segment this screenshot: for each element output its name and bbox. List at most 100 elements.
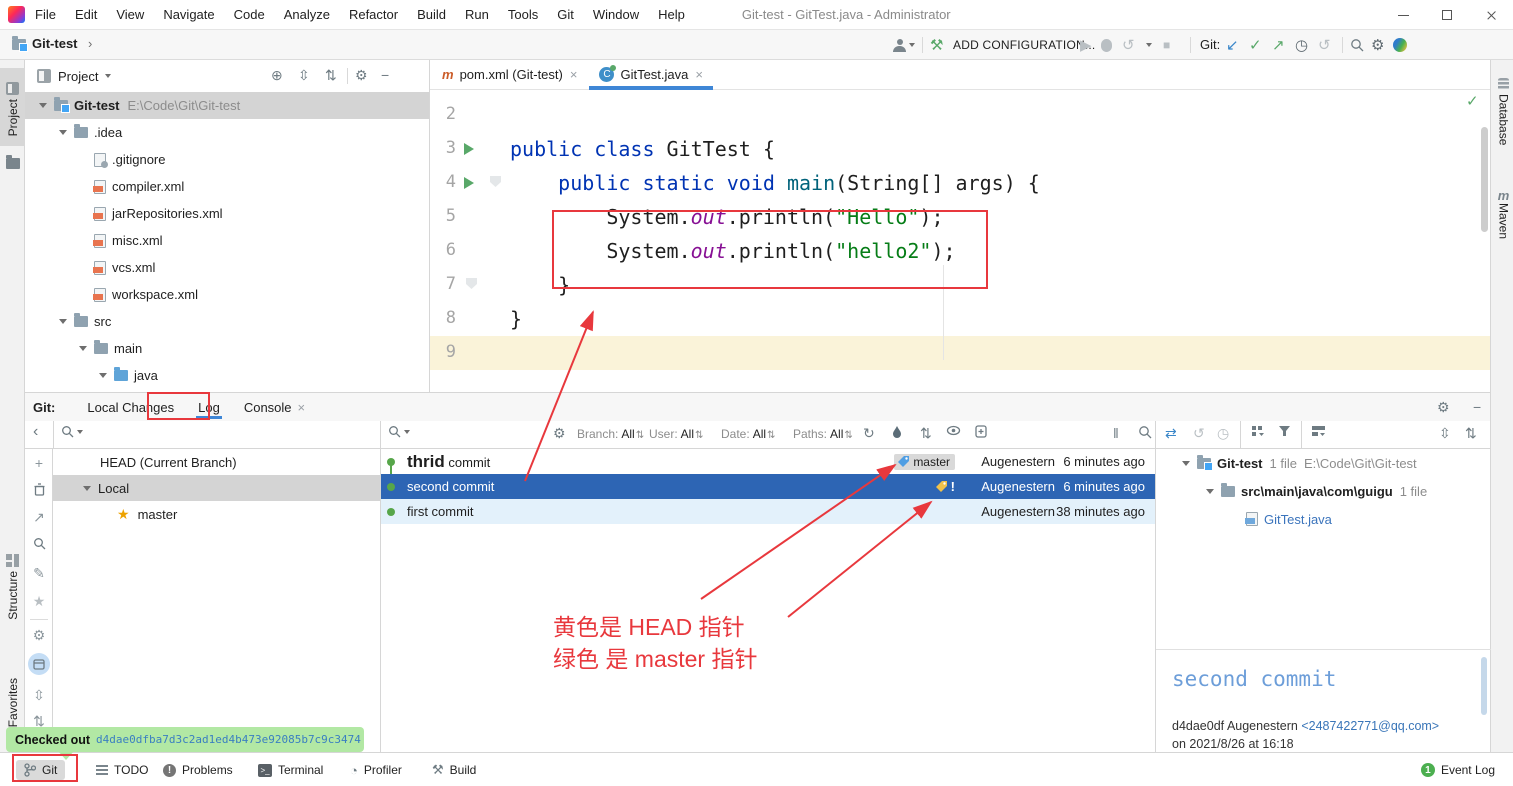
- log-filter-branch[interactable]: Branch: All⇅: [577, 427, 644, 441]
- statusbar-profiler-button[interactable]: ◔ Profiler: [350, 760, 402, 780]
- run-line-icon[interactable]: [464, 177, 474, 189]
- log-filter-paths[interactable]: Paths: All⇅: [793, 427, 853, 441]
- edit-button[interactable]: ✎: [25, 565, 53, 582]
- project-tree-item-compilerxml[interactable]: compiler.xml: [25, 173, 429, 200]
- commit-email[interactable]: <2487422771@qq.com>: [1301, 719, 1439, 733]
- locate-file-button[interactable]: ⊕: [271, 68, 283, 83]
- menu-run[interactable]: Run: [465, 7, 489, 22]
- match-case-button[interactable]: [891, 425, 903, 438]
- menu-code[interactable]: Code: [234, 7, 265, 22]
- git-tab-log[interactable]: Log: [186, 393, 232, 421]
- minimize-button[interactable]: [1381, 0, 1425, 30]
- hide-panel-button[interactable]: −: [381, 68, 389, 83]
- fold-marker-icon[interactable]: [490, 176, 501, 187]
- menu-window[interactable]: Window: [593, 7, 639, 22]
- commit-row-1[interactable]: thrid commit master Augenestern 6 minutes a…: [381, 449, 1155, 474]
- stop-button[interactable]: ■: [1163, 34, 1170, 56]
- collapse-branches-button[interactable]: ‹: [33, 423, 38, 441]
- search-branch-button[interactable]: [25, 537, 53, 553]
- log-filter-user[interactable]: User: All⇅: [649, 427, 703, 441]
- rollback-change-button[interactable]: ↺: [1193, 425, 1205, 442]
- run-line-icon[interactable]: [464, 143, 474, 155]
- breadcrumb[interactable]: Git-test: [32, 36, 78, 51]
- search-settings-button[interactable]: ⚙: [553, 425, 566, 442]
- close-icon[interactable]: ×: [570, 67, 578, 82]
- git-push-button[interactable]: ↗: [1272, 34, 1285, 56]
- project-tree-item-idea[interactable]: .idea: [25, 119, 429, 146]
- commit-row-3[interactable]: first commit Augenestern 38 minutes ago: [381, 499, 1155, 524]
- project-tree-item-src[interactable]: src: [25, 308, 429, 335]
- details-scrollbar[interactable]: [1481, 657, 1487, 715]
- gradle-ball-button[interactable]: [1393, 34, 1407, 56]
- project-tree-item-gitignore[interactable]: .gitignore: [25, 146, 429, 173]
- user-profile-button[interactable]: [893, 34, 915, 56]
- tool-stripe-maven[interactable]: m Maven: [1491, 188, 1513, 278]
- code-area[interactable]: 2 3 public class GitTest {4 public static …: [430, 98, 1490, 370]
- pause-refresh-button[interactable]: ‖: [1113, 425, 1119, 441]
- checkout-notification[interactable]: Checked out d4dae0dfba7d3c2ad1ed4b473e92…: [6, 727, 364, 752]
- refresh-log-button[interactable]: ↻: [863, 425, 875, 442]
- git-commit-button[interactable]: ✓: [1249, 34, 1262, 56]
- add-configuration-button[interactable]: ADD CONFIGURATION...: [953, 38, 1095, 52]
- event-log-button[interactable]: 1 Event Log: [1420, 760, 1495, 780]
- statusbar-problems-button[interactable]: ! Problems: [163, 760, 233, 780]
- git-window-hide-button[interactable]: −: [1473, 399, 1481, 415]
- statusbar-todo-button[interactable]: TODO: [96, 760, 148, 780]
- branch-row-master[interactable]: ★ master: [53, 501, 380, 527]
- git-update-button[interactable]: ↙: [1226, 34, 1239, 56]
- git-tab-local-changes[interactable]: Local Changes: [75, 393, 186, 421]
- menu-edit[interactable]: Edit: [75, 7, 97, 22]
- menu-file[interactable]: File: [35, 7, 56, 22]
- rollback-button[interactable]: ↺: [1318, 34, 1331, 56]
- project-tree-item-miscxml[interactable]: misc.xml: [25, 227, 429, 254]
- close-button[interactable]: [1469, 0, 1513, 30]
- menu-refactor[interactable]: Refactor: [349, 7, 398, 22]
- tool-stripe-structure[interactable]: Structure: [0, 530, 25, 640]
- favorite-branch-button[interactable]: ★: [25, 593, 53, 610]
- editor-tab-pomxmlgittest[interactable]: m pom.xml (Git-test) ×: [432, 60, 587, 89]
- commit-row-2[interactable]: second commit! Augenestern 6 minutes ago: [381, 474, 1155, 499]
- menu-view[interactable]: View: [116, 7, 144, 22]
- fold-marker-icon[interactable]: [466, 278, 477, 289]
- collapse-all-button[interactable]: ⇅: [1465, 425, 1477, 442]
- project-tree-item-main[interactable]: main: [25, 335, 429, 362]
- expand-all-button[interactable]: ⇳: [1439, 425, 1451, 442]
- changed-files-root[interactable]: Git-test 1 file E:\Code\Git\Git-test: [1156, 449, 1490, 477]
- branch-tag-master[interactable]: master: [894, 453, 955, 470]
- close-icon[interactable]: ×: [298, 400, 306, 415]
- delete-branch-button[interactable]: [25, 483, 53, 499]
- build-project-button[interactable]: ⚒: [930, 34, 943, 56]
- coverage-button[interactable]: ↺: [1122, 34, 1135, 56]
- commit-search-input[interactable]: [388, 425, 410, 438]
- menu-build[interactable]: Build: [417, 7, 446, 22]
- filter-button[interactable]: [1278, 425, 1292, 438]
- branch-head-row[interactable]: HEAD (Current Branch): [53, 449, 380, 475]
- editor-scrollbar[interactable]: [1481, 127, 1488, 232]
- file-history-button[interactable]: ◷: [1217, 425, 1229, 442]
- debug-button[interactable]: [1101, 34, 1112, 56]
- settings-button[interactable]: ⚙: [1371, 34, 1384, 56]
- view-options-button[interactable]: [946, 425, 961, 436]
- search-everywhere-button[interactable]: [1350, 34, 1364, 56]
- history-button[interactable]: ◷: [1295, 34, 1308, 56]
- changed-file-row[interactable]: GitTest.java: [1156, 505, 1490, 533]
- changed-files-dir[interactable]: src\main\java\com\guigu 1 file: [1156, 477, 1490, 505]
- preview-diff-toggle[interactable]: [28, 653, 50, 675]
- editor-tab-gittestjava[interactable]: C GitTest.java ×: [589, 60, 713, 90]
- git-tab-console[interactable]: Console ×: [232, 393, 317, 421]
- go-to-hash-button[interactable]: [975, 425, 990, 438]
- expand-all-button[interactable]: ⇳: [25, 687, 53, 704]
- run-button[interactable]: ▶: [1080, 34, 1092, 56]
- project-tree-item-vcsxml[interactable]: vcs.xml: [25, 254, 429, 281]
- panel-settings-button[interactable]: ⚙: [355, 68, 368, 83]
- statusbar-build-button[interactable]: ⚒ Build: [432, 760, 476, 780]
- expand-all-button[interactable]: ⇳: [298, 68, 310, 83]
- new-branch-button[interactable]: +: [25, 455, 53, 471]
- menu-tools[interactable]: Tools: [508, 7, 538, 22]
- menu-git[interactable]: Git: [557, 7, 574, 22]
- commander-folder-icon[interactable]: [6, 155, 20, 169]
- menu-analyze[interactable]: Analyze: [284, 7, 330, 22]
- group-by-button[interactable]: [1251, 425, 1265, 438]
- project-panel-title[interactable]: Project: [58, 69, 98, 84]
- project-tree-item-java[interactable]: java: [25, 362, 429, 389]
